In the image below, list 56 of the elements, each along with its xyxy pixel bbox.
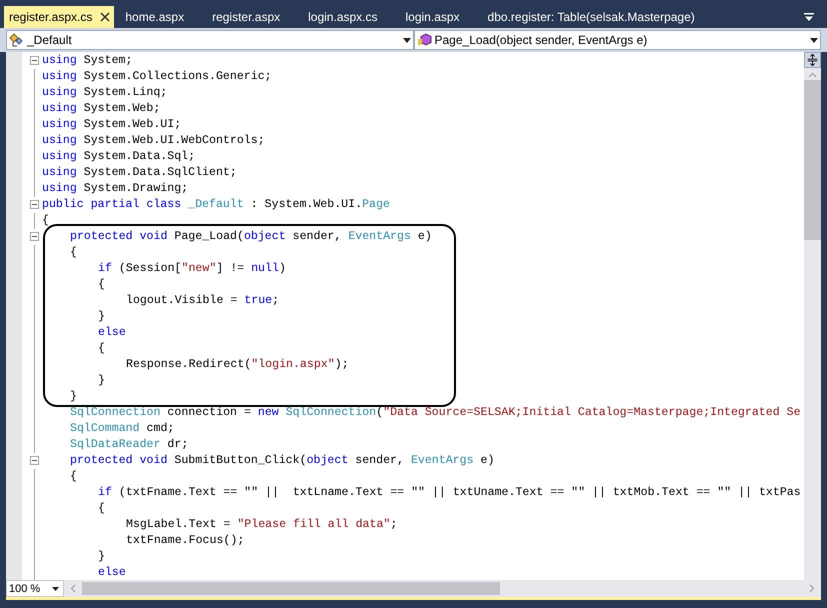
code-line: } bbox=[97, 373, 105, 389]
code-line: SqlDataReader dr; bbox=[69, 437, 188, 453]
code-line: using System.Web; bbox=[42, 101, 160, 117]
code-line: { bbox=[97, 341, 105, 357]
code-line: using System.Linq; bbox=[42, 85, 168, 101]
code-line: { bbox=[69, 245, 77, 261]
code-line: SqlConnection connection = new SqlConnection("Data Source=SELSAK;Initial Catalog=Masterpage;Integrated Se bbox=[69, 405, 801, 421]
code-line: protected void SubmitButton_Click(object sender, EventArgs e) bbox=[69, 453, 494, 469]
file-tab[interactable]: register.aspx.cs bbox=[4, 6, 114, 28]
collapse-icon[interactable] bbox=[30, 232, 39, 241]
splitter-icon[interactable] bbox=[804, 52, 821, 68]
file-tab[interactable]: dbo.register: Table(selsak.Masterpage) bbox=[482, 6, 712, 28]
code-line: SqlCommand cmd; bbox=[69, 421, 174, 437]
collapse-icon[interactable] bbox=[30, 456, 39, 465]
code-line: { bbox=[97, 501, 105, 517]
code-line: { bbox=[42, 213, 49, 229]
code-line: { bbox=[97, 277, 105, 293]
zoom-dropdown[interactable]: 100 % bbox=[6, 580, 64, 597]
close-icon[interactable] bbox=[100, 12, 110, 22]
code-line: if (Session["new"] != null) bbox=[97, 261, 286, 277]
dropdown-arrow-icon bbox=[402, 38, 410, 42]
collapse-icon[interactable] bbox=[30, 56, 39, 65]
member-dropdown[interactable]: Page_Load(object sender, EventArgs e) bbox=[414, 30, 821, 50]
scrollbar-thumb[interactable] bbox=[804, 80, 821, 240]
code-line: using System.Collections.Generic; bbox=[42, 69, 272, 85]
code-line: { bbox=[69, 469, 77, 485]
code-line: using System.Web.UI.WebControls; bbox=[42, 133, 265, 149]
code-line: } bbox=[97, 549, 105, 565]
scrollbar-thumb[interactable] bbox=[82, 582, 500, 595]
tab-overflow-icon[interactable] bbox=[803, 12, 815, 22]
code-line: using System.Drawing; bbox=[42, 181, 188, 197]
code-line: using System; bbox=[42, 53, 132, 69]
dropdown-arrow-icon bbox=[810, 38, 818, 42]
code-line: else bbox=[97, 325, 126, 341]
file-tab[interactable]: register.aspx bbox=[207, 6, 298, 28]
class-icon bbox=[9, 33, 25, 47]
code-line: Response.Redirect("login.aspx"); bbox=[125, 357, 349, 373]
code-line: public partial class _Default : System.Web.UI.Page bbox=[42, 197, 390, 213]
type-dropdown[interactable]: _Default bbox=[6, 30, 414, 50]
code-line: else bbox=[97, 565, 126, 580]
code-line: if (txtFname.Text == "" || txtLname.Text == "" || txtUname.Text == "" || txtMob.Text == "" || txtPas bbox=[97, 485, 801, 501]
collapse-icon[interactable] bbox=[30, 200, 39, 209]
code-line: using System.Data.Sql; bbox=[42, 149, 196, 165]
method-icon bbox=[416, 33, 432, 47]
code-line: logout.Visible = true; bbox=[125, 293, 280, 309]
code-line: using System.Data.SqlClient; bbox=[42, 165, 237, 181]
file-tab[interactable]: login.aspx.cs bbox=[303, 6, 394, 28]
code-line: txtFname.Focus(); bbox=[125, 533, 244, 549]
code-line: } bbox=[97, 309, 105, 325]
code-line: MsgLabel.Text = "Please fill all data"; bbox=[125, 517, 398, 533]
code-line: using System.Web.UI; bbox=[42, 117, 182, 133]
code-line: } bbox=[69, 389, 77, 405]
code-line: protected void Page_Load(object sender, EventArgs e) bbox=[69, 229, 432, 245]
file-tab[interactable]: home.aspx bbox=[120, 6, 202, 28]
dropdown-arrow-icon bbox=[52, 586, 59, 590]
file-tab[interactable]: login.aspx bbox=[400, 6, 477, 28]
